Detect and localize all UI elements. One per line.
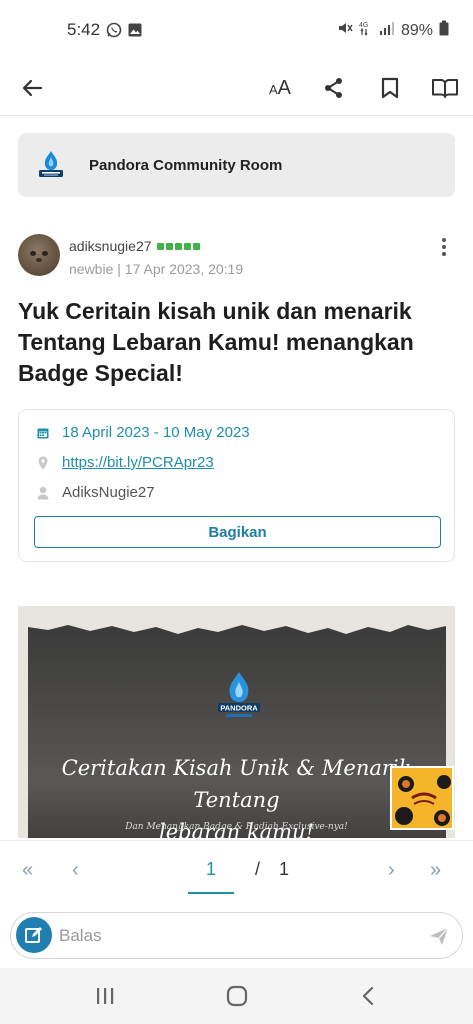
current-page-underline bbox=[188, 892, 234, 894]
total-pages: 1 bbox=[279, 859, 290, 879]
pandora-logo-graphic: PANDORA bbox=[218, 672, 260, 717]
recent-apps-icon bbox=[97, 988, 114, 1004]
event-link[interactable]: https://bit.ly/PCRApr23 bbox=[62, 454, 214, 471]
network-4g-icon: 4G bbox=[359, 20, 373, 41]
previous-page-button[interactable]: ‹ bbox=[72, 859, 79, 882]
share-button[interactable] bbox=[316, 70, 352, 106]
signal-icon bbox=[379, 20, 395, 41]
system-nav-bar bbox=[0, 968, 473, 1024]
send-icon bbox=[430, 927, 449, 945]
user-rank: newbie bbox=[69, 261, 114, 277]
font-size-icon: AA bbox=[268, 76, 291, 99]
first-page-button[interactable]: « bbox=[22, 859, 33, 882]
person-icon bbox=[37, 486, 49, 500]
home-button[interactable] bbox=[225, 984, 249, 1008]
svg-text:4G: 4G bbox=[359, 22, 368, 29]
pagination-bar: « ‹ 1 / 1 › » bbox=[0, 840, 473, 904]
location-pin-icon bbox=[37, 456, 49, 470]
meta-separator: | bbox=[113, 261, 125, 277]
bookmark-icon bbox=[381, 77, 399, 99]
floating-ad-thumbnail[interactable] bbox=[390, 766, 454, 830]
community-room-banner[interactable]: Pandora Community Room bbox=[18, 133, 455, 197]
event-host: AdiksNugie27 bbox=[62, 484, 155, 501]
status-time: 5:42 bbox=[67, 20, 101, 39]
compose-button[interactable] bbox=[16, 917, 52, 953]
post-image[interactable]: PANDORA Ceritakan Kisah Unik & Menarik T… bbox=[18, 606, 455, 838]
more-options-button[interactable] bbox=[433, 234, 455, 260]
event-date: 18 April 2023 - 10 May 2023 bbox=[62, 424, 250, 441]
rank-level-indicator bbox=[156, 242, 200, 250]
pandora-logo bbox=[39, 151, 63, 177]
recent-apps-button[interactable] bbox=[93, 984, 117, 1008]
torn-paper-edge bbox=[28, 616, 446, 634]
post-meta: newbie | 17 Apr 2023, 20:19 bbox=[69, 261, 243, 277]
edit-icon bbox=[25, 927, 42, 943]
battery-percent: 89% bbox=[400, 21, 433, 39]
reader-mode-button[interactable] bbox=[427, 70, 463, 106]
open-book-icon bbox=[432, 79, 458, 98]
post-timestamp: 17 Apr 2023, 20:19 bbox=[124, 261, 244, 277]
next-page-button[interactable]: › bbox=[388, 859, 395, 882]
arrow-left-icon bbox=[22, 79, 43, 97]
page-separator: / bbox=[255, 859, 261, 879]
home-icon bbox=[226, 985, 248, 1007]
event-date-row: 18 April 2023 - 10 May 2023 bbox=[37, 424, 250, 441]
username[interactable]: adiksnugie27 bbox=[69, 238, 152, 254]
community-name: Pandora Community Room bbox=[89, 156, 283, 174]
app-bar: AA bbox=[0, 60, 473, 116]
chevron-left-icon bbox=[362, 986, 374, 1006]
share-icon bbox=[325, 78, 342, 98]
event-card: 18 April 2023 - 10 May 2023 https://bit.… bbox=[18, 409, 455, 562]
gallery-icon bbox=[128, 23, 142, 42]
event-link-row: https://bit.ly/PCRApr23 bbox=[37, 454, 214, 471]
last-page-button[interactable]: » bbox=[430, 859, 441, 882]
event-host-row: AdiksNugie27 bbox=[37, 484, 155, 501]
calendar-icon bbox=[37, 426, 49, 440]
svg-text:PANDORA: PANDORA bbox=[220, 704, 258, 713]
reply-bar bbox=[10, 912, 463, 959]
avatar[interactable] bbox=[18, 234, 60, 276]
mute-icon bbox=[337, 20, 353, 41]
post-author: adiksnugie27 newbie | 17 Apr 2023, 20:19 bbox=[18, 232, 455, 282]
more-vertical-icon bbox=[442, 238, 446, 242]
post-title: Yuk Ceritain kisah unik dan menarik Tent… bbox=[18, 298, 414, 386]
current-page[interactable]: 1 bbox=[188, 859, 234, 880]
reply-input[interactable] bbox=[59, 926, 399, 946]
status-bar: 5:42 4G 89% bbox=[0, 0, 473, 60]
system-back-button[interactable] bbox=[357, 984, 381, 1008]
battery-icon bbox=[439, 20, 449, 41]
whatsapp-icon bbox=[106, 22, 122, 43]
font-size-button[interactable]: AA bbox=[262, 70, 298, 106]
back-button[interactable] bbox=[14, 70, 50, 106]
share-event-button[interactable]: Bagikan bbox=[34, 516, 441, 548]
bookmark-button[interactable] bbox=[372, 70, 408, 106]
send-button[interactable] bbox=[428, 925, 450, 947]
